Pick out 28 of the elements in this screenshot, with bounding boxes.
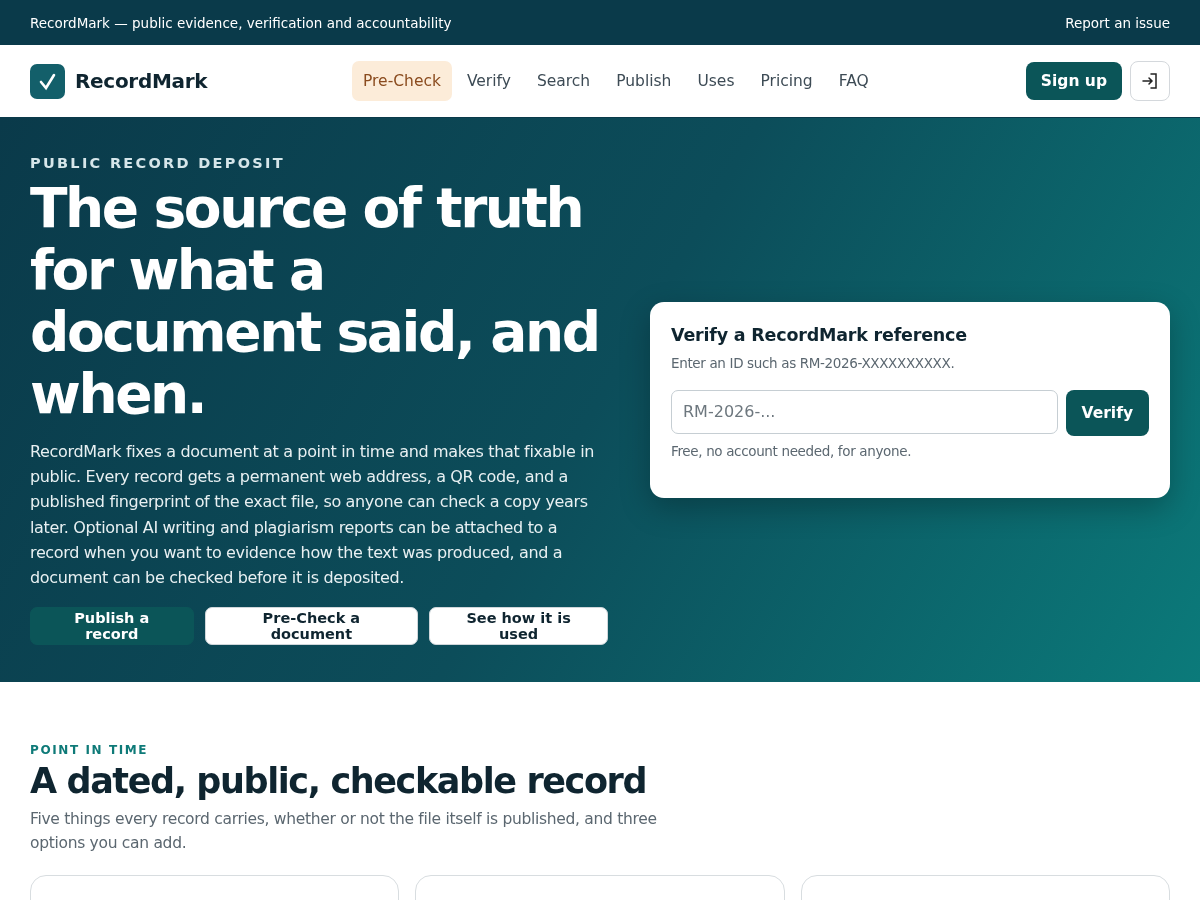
nav-link[interactable]: Publish <box>605 61 683 101</box>
cta-button[interactable]: Publish a record <box>30 607 194 646</box>
eyebrow-label: POINT IN TIME <box>30 743 150 757</box>
card-note: Free, no account needed, for anyone. <box>671 441 913 461</box>
cta-button[interactable]: See how it is used <box>429 607 608 646</box>
verify-button[interactable]: Verify <box>1065 389 1149 436</box>
eyebrow-label: PUBLIC RECORD DEPOSIT <box>30 154 286 171</box>
logo-text: RecordMark <box>75 69 208 93</box>
card-title: Verify a RecordMark reference <box>671 325 968 346</box>
checkmark-logo-icon <box>30 63 65 99</box>
nav-link[interactable]: Pre-Check <box>352 61 452 101</box>
report-issue-link[interactable]: Report an issue <box>1065 14 1170 31</box>
hero-heading: The source of truth for what a document said, and when. <box>30 176 600 425</box>
nav-link[interactable]: Search <box>525 61 602 101</box>
nav-link[interactable]: Uses <box>686 61 746 101</box>
card-hint: Enter an ID such as RM-2026-XXXXXXXXXX. <box>671 354 956 374</box>
sign-up-button[interactable]: Sign up <box>1025 62 1122 100</box>
nav-link[interactable]: Pricing <box>749 61 824 101</box>
section-heading: A dated, public, checkable record <box>30 761 648 801</box>
nav-link[interactable]: FAQ <box>827 61 880 101</box>
sign-in-icon <box>1141 72 1159 90</box>
tagline: RecordMark — public evidence, verification and accountability <box>30 14 452 31</box>
hero-description: RecordMark fixes a document at a point in time and makes that fixable in public. Every record gets a permanent web address, a QR code, and a published fingerprint of the exact file, so anyone can check a copy years later. Optional AI writing and plagiarism reports can be attached to a record when you want to evidence how the text was produced, and a document can be checked before it is deposited. <box>30 440 596 590</box>
cta-button[interactable]: Pre-Check a document <box>204 607 419 646</box>
reference-input-field[interactable]: RM-2026-... <box>671 389 1058 434</box>
sign-in-button[interactable] <box>1130 61 1170 101</box>
nav-link[interactable]: Verify <box>455 61 522 101</box>
section-description: Five things every record carries, whether or not the file itself is published, and three options you can add. <box>30 809 658 854</box>
